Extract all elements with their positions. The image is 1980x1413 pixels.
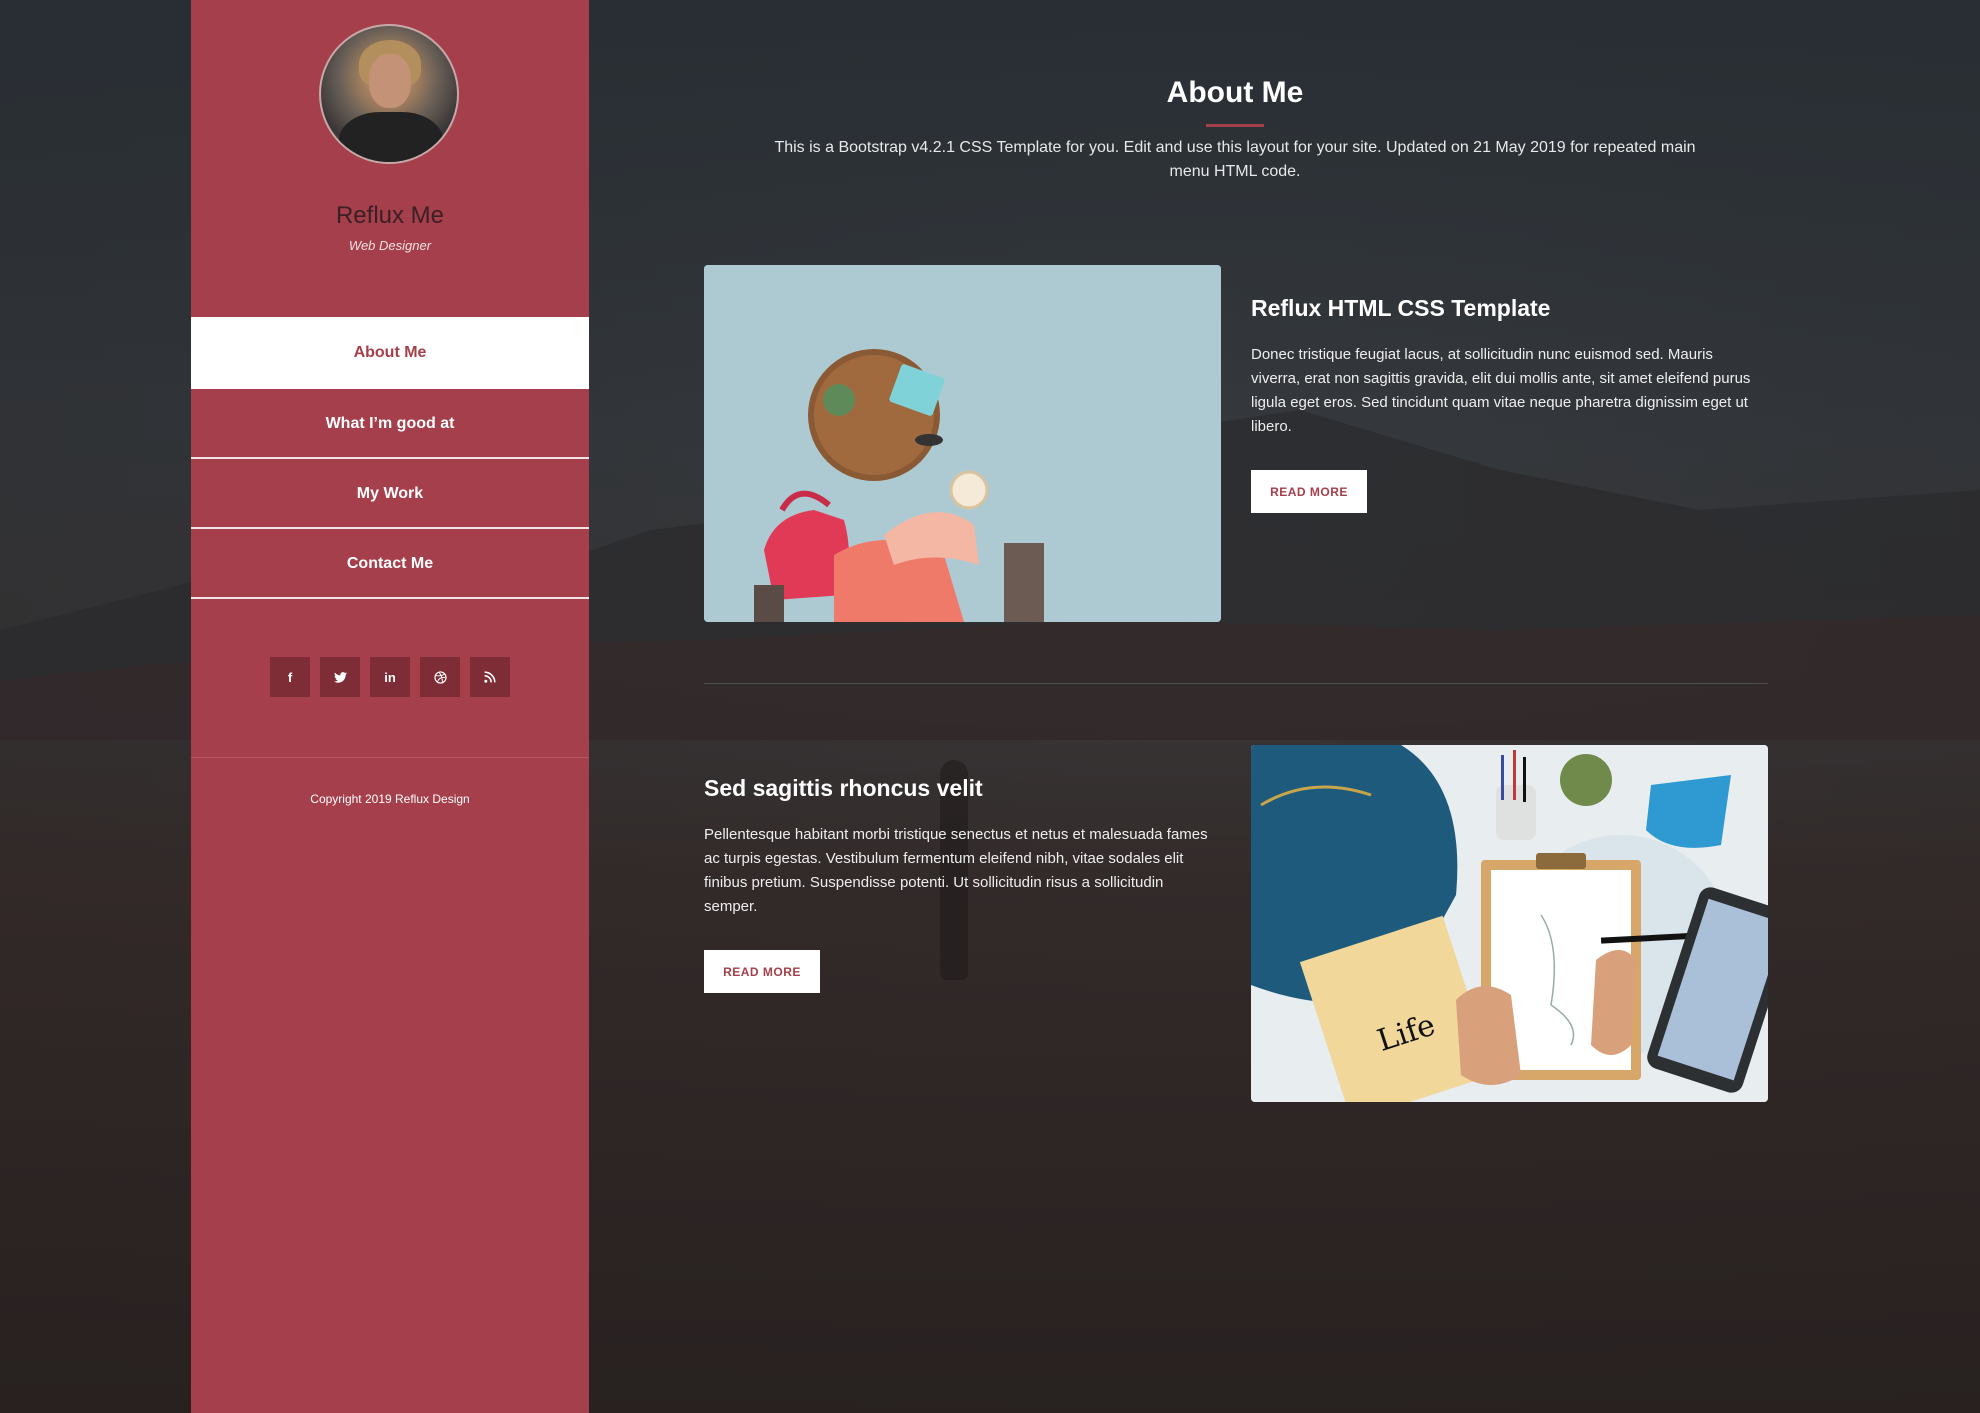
page-title: About Me [1166,76,1304,109]
profile-name: Reflux Me [335,202,445,229]
social-links: f in [270,657,510,697]
avatar [319,24,459,164]
sidebar: Reflux Me Web Designer About Me What I’m… [191,0,589,1413]
nav-item-about-me[interactable]: About Me [191,317,589,389]
section-2-heading: Sed sagittis rhoncus velit [704,775,983,801]
main-nav: About Me What I’m good at My Work Contac… [191,317,589,599]
nav-item-my-work[interactable]: My Work [191,459,589,529]
rss-icon[interactable] [470,657,510,697]
intro-text: This is a Bootstrap v4.2.1 CSS Template … [774,139,1696,180]
profile-role: Web Designer [348,238,432,253]
linkedin-icon[interactable]: in [370,657,410,697]
title-underline [1206,124,1264,127]
coffee-table-image [704,265,1221,622]
read-more-button-1[interactable]: READ MORE [1251,470,1367,513]
section-2-text: Pellentesque habitant morbi tristique se… [704,826,1208,915]
dribbble-icon[interactable] [420,657,460,697]
nav-item-what-im-good-at[interactable]: What I’m good at [191,389,589,459]
section-1-text: Donec tristique feugiat lacus, at sollic… [1251,346,1751,435]
facebook-icon[interactable]: f [270,657,310,697]
main-content: About Me This is a Bootstrap v4.2.1 CSS … [589,0,1980,1413]
section-divider [704,683,1768,684]
sidebar-divider [191,757,589,758]
copyright-text: Copyright 2019 Reflux Design [310,792,470,806]
nav-item-contact-me[interactable]: Contact Me [191,529,589,599]
twitter-icon[interactable] [320,657,360,697]
read-more-button-2[interactable]: READ MORE [704,950,820,993]
section-1-heading: Reflux HTML CSS Template [1251,295,1551,321]
design-desk-image: Life [1251,745,1768,1102]
